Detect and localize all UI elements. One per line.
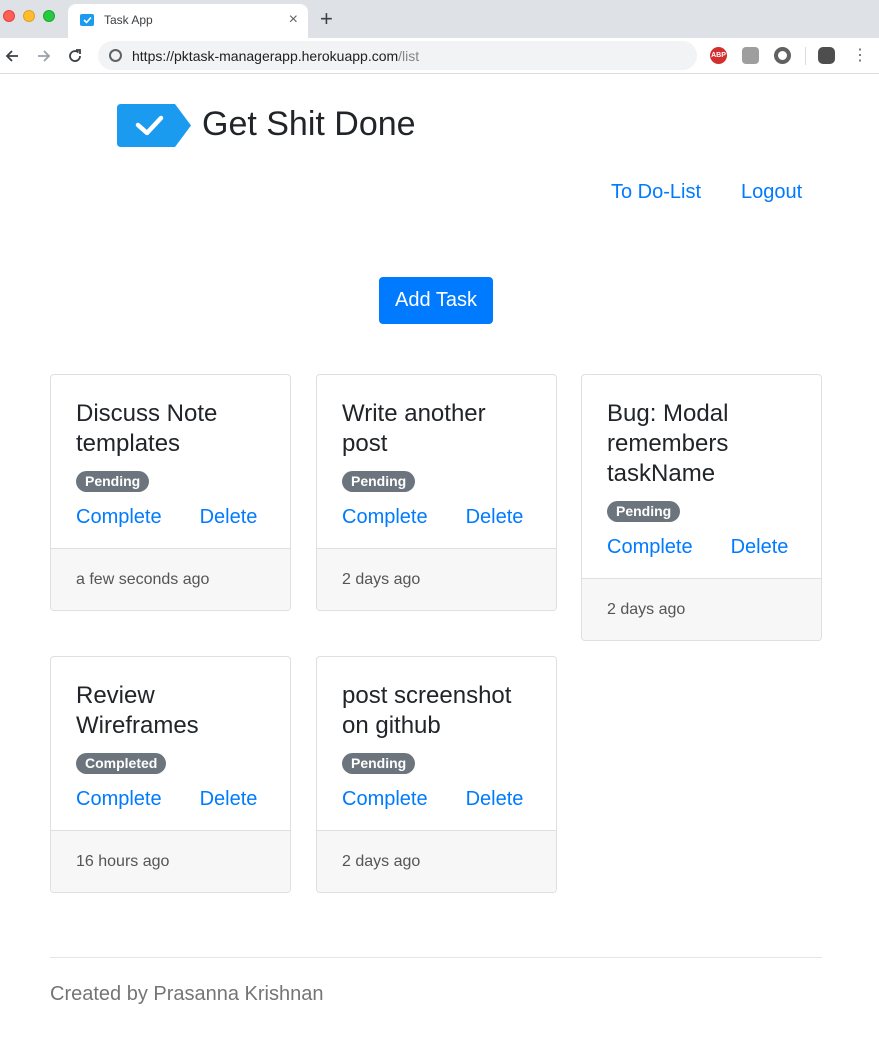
complete-button[interactable]: Complete [76,506,162,528]
toolbar-divider [805,47,806,65]
complete-button[interactable]: Complete [342,788,428,810]
status-badge: Pending [342,471,416,492]
adblock-icon[interactable]: ABP [710,47,727,64]
task-title: Bug: Modal remembers taskName [607,400,729,487]
task-card: Discuss Note templates Pending Complete D… [50,374,291,611]
task-timestamp: 2 days ago [582,578,821,640]
delete-button[interactable]: Delete [200,788,258,810]
profile-avatar-icon[interactable] [818,47,835,64]
browser-tab[interactable]: Task App × [68,4,308,38]
url-path: /list [398,48,420,64]
bug-icon[interactable] [742,47,759,64]
maximize-window-button[interactable] [43,10,55,22]
tab-close-button[interactable]: × [289,10,298,30]
circle-extension-icon[interactable] [774,47,791,64]
complete-button[interactable]: Complete [607,536,693,558]
add-task-button[interactable]: Add Task [379,277,493,324]
page-title: Get Shit Done [202,105,416,143]
status-badge: Pending [607,501,681,522]
new-tab-button[interactable]: + [320,6,333,32]
status-badge: Pending [76,471,150,492]
task-card: Bug: Modal remembers taskName Pending Co… [581,374,822,641]
task-timestamp: 2 days ago [317,548,556,610]
forward-arrow-icon[interactable] [32,44,56,68]
checkmark-icon [80,14,94,26]
task-title: post screenshot on github [342,682,512,739]
footer-credit: Created by Prasanna Krishnan [50,983,324,1005]
checkmark-tag-logo-icon [117,104,191,147]
back-arrow-icon[interactable] [0,44,24,68]
delete-button[interactable]: Delete [466,788,524,810]
browser-tab-strip: Task App × + [0,0,879,38]
browser-toolbar: https://pktask-managerapp.herokuapp.com/… [0,38,879,74]
nav-link-logout[interactable]: Logout [741,181,802,204]
delete-button[interactable]: Delete [466,506,524,528]
task-card: post screenshot on github Pending Comple… [316,656,557,893]
complete-button[interactable]: Complete [342,506,428,528]
nav-link-todo-list[interactable]: To Do-List [611,181,701,204]
status-badge: Completed [76,753,167,774]
task-title: Discuss Note templates [76,400,218,457]
reload-icon[interactable] [63,44,87,68]
more-menu-icon[interactable]: ⋮ [852,46,868,66]
delete-button[interactable]: Delete [731,536,789,558]
task-title: Review Wireframes [76,682,199,739]
tab-title: Task App [104,13,153,27]
address-bar[interactable]: https://pktask-managerapp.herokuapp.com/… [98,41,697,70]
task-timestamp: 2 days ago [317,830,556,892]
url-text[interactable]: https://pktask-managerapp.herokuapp.com/… [132,48,419,64]
footer-divider [50,957,822,958]
delete-button[interactable]: Delete [200,506,258,528]
url-host: https://pktask-managerapp.herokuapp.com [132,48,399,64]
task-card: Review Wireframes Completed Complete Dele… [50,656,291,893]
task-card: Write another post Pending Complete Delet… [316,374,557,611]
minimize-window-button[interactable] [23,10,35,22]
task-timestamp: a few seconds ago [51,548,290,610]
status-badge: Pending [342,753,416,774]
close-window-button[interactable] [3,10,15,22]
site-info-icon[interactable] [109,49,122,62]
task-timestamp: 16 hours ago [51,830,290,892]
task-title: Write another post [342,400,486,457]
complete-button[interactable]: Complete [76,788,162,810]
